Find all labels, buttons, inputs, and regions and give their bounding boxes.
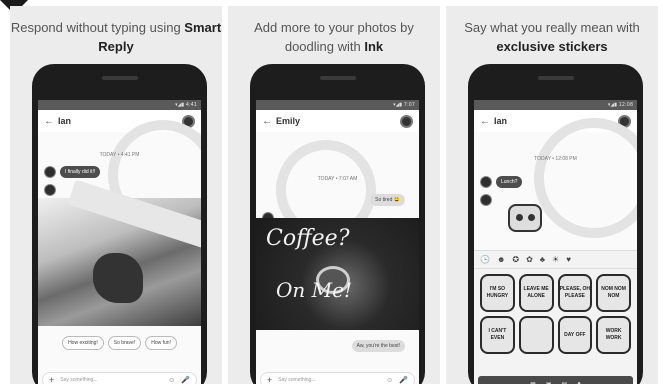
photo-subject (93, 253, 143, 303)
panel-stickers: Say what you really mean with exclusive … (446, 6, 658, 384)
sticker-pack-icon[interactable]: ♣ (540, 255, 545, 264)
outgoing-message[interactable]: So tired 😩 (370, 194, 405, 206)
smart-reply-chip[interactable]: How exciting! (62, 336, 104, 350)
sticker[interactable]: I'M SO HUNGRY (480, 274, 515, 312)
phone-screen: ▾◢▮ 12:08 ← Ian TODAY • 12:08 PM Lunch? … (474, 100, 637, 384)
incoming-message[interactable]: Lunch? (496, 176, 523, 188)
caption-text: Add more to your photos by doodling with (254, 20, 414, 54)
recent-stickers-icon[interactable]: 🕒 (480, 255, 490, 264)
phone-speaker (101, 76, 138, 80)
phone-frame: ▾◢▮ 4:41 ← Ian TODAY • 4:41 PM I finally… (32, 64, 207, 384)
sticker-pack-icon[interactable]: ☀ (552, 255, 559, 264)
sticker[interactable]: LEAVE ME ALONE (518, 274, 554, 312)
contact-name[interactable]: Emily (276, 116, 400, 126)
phone-frame: ▾◢▮ 7:07 ← Emily TODAY • 7:07 AM So tire… (250, 64, 425, 384)
sticker[interactable]: NOM NOM NOM (596, 274, 631, 312)
sent-sticker[interactable] (508, 204, 542, 232)
timestamp: TODAY • 12:08 PM (534, 156, 577, 162)
emoji-icon[interactable]: ☺ (386, 377, 393, 384)
message-input[interactable]: Say something... (278, 377, 380, 383)
add-icon[interactable]: + (267, 375, 272, 384)
smart-reply-suggestions: How exciting! So brave! How fun! (38, 336, 201, 350)
caption-highlight: exclusive stickers (496, 39, 608, 54)
sticker-tray: 🕒 ☻ ✪ ✿ ♣ ☀ ♥ I'M SO HUNGRY LEAVE ME ALO… (474, 250, 637, 384)
sticker-pack-icon[interactable]: ✪ (512, 255, 519, 264)
phone-speaker (537, 76, 574, 80)
contact-avatar[interactable] (400, 114, 413, 128)
sender-avatar (480, 176, 492, 188)
message-input[interactable]: Say something... (60, 377, 162, 383)
caption-highlight: Ink (364, 39, 384, 54)
timestamp: TODAY • 4:41 PM (99, 152, 140, 158)
caption-text: Respond without typing using (10, 20, 185, 35)
sticker-pack-icon[interactable]: ♥ (566, 255, 571, 264)
sticker[interactable]: I CAN'T EVEN (480, 316, 515, 354)
panel-smart-reply: Respond without typing using Smart Reply… (10, 6, 222, 384)
smart-reply-chip[interactable]: So brave! (107, 336, 142, 350)
sender-avatar (44, 184, 56, 196)
incoming-message[interactable]: I finally did it!! (60, 166, 101, 178)
status-bar: ▾◢▮ 7:07 (256, 100, 419, 110)
mic-icon[interactable]: 🎤 (181, 376, 190, 384)
image-icon[interactable]: ▤ (562, 381, 568, 384)
panel-caption: Add more to your photos by doodling with… (228, 18, 440, 56)
phone-frame: ▾◢▮ 12:08 ← Ian TODAY • 12:08 PM Lunch? … (468, 64, 643, 384)
panel-caption: Respond without typing using Smart Reply (10, 18, 222, 56)
sticker-category-tabs: 🕒 ☻ ✪ ✿ ♣ ☀ ♥ (474, 251, 637, 269)
sticker[interactable] (518, 316, 554, 354)
sticker[interactable]: DAY OFF (557, 316, 593, 354)
panel-ink: Add more to your photos by doodling with… (228, 6, 440, 384)
chat-app-bar: ← Emily (256, 110, 419, 132)
phone-screen: ▾◢▮ 7:07 ← Emily TODAY • 7:07 AM So tire… (256, 100, 419, 384)
shared-photo[interactable] (38, 179, 201, 326)
sticker[interactable]: WORK WORK (596, 316, 631, 354)
phone-speaker (319, 76, 356, 80)
status-bar: ▾◢▮ 12:08 (474, 100, 637, 110)
ink-doodle-text: On Me! (276, 278, 352, 302)
outgoing-message[interactable]: Aw, you're the best! (351, 340, 405, 352)
sticker-eye (516, 214, 523, 221)
sticker-eye (528, 214, 535, 221)
sticker-icon[interactable]: ▣ (546, 381, 552, 384)
sender-avatar (44, 166, 56, 178)
mic-icon[interactable]: 🎤 (399, 376, 408, 384)
ink-doodle-photo[interactable]: Coffee? On Me! (256, 218, 419, 330)
back-arrow-icon[interactable]: ← (480, 116, 494, 127)
back-arrow-icon[interactable]: ← (44, 116, 58, 127)
sticker-grid: I'M SO HUNGRY LEAVE ME ALONE PLEASE, OH … (474, 269, 637, 359)
caption-text: Say what you really mean with (464, 20, 640, 35)
back-arrow-icon[interactable]: ← (262, 116, 276, 127)
message-composer[interactable]: + Say something... ☺ 🎤 (260, 372, 415, 384)
sender-avatar (480, 194, 492, 206)
gif-icon[interactable]: ▦ (530, 381, 536, 384)
add-icon[interactable]: + (49, 375, 54, 384)
emoji-icon[interactable]: ☺ (168, 377, 175, 384)
ink-doodle-text: Coffee? (266, 226, 350, 251)
background-ring (534, 118, 637, 238)
sticker-pack-icon[interactable]: ☻ (497, 255, 505, 264)
message-composer[interactable]: + Say something... ☺ 🎤 (42, 372, 197, 384)
status-bar: ▾◢▮ 4:41 (38, 100, 201, 110)
phone-screen: ▾◢▮ 4:41 ← Ian TODAY • 4:41 PM I finally… (38, 100, 201, 384)
smart-reply-chip[interactable]: How fun! (145, 336, 177, 350)
timestamp: TODAY • 7:07 AM (317, 176, 358, 182)
panel-caption: Say what you really mean with exclusive … (446, 18, 658, 56)
sticker-pack-icon[interactable]: ✿ (526, 255, 533, 264)
sticker[interactable]: PLEASE, OH PLEASE (557, 274, 593, 312)
sticker-tray-toolbar: ▦ ▣ ▤ ● (478, 376, 633, 384)
